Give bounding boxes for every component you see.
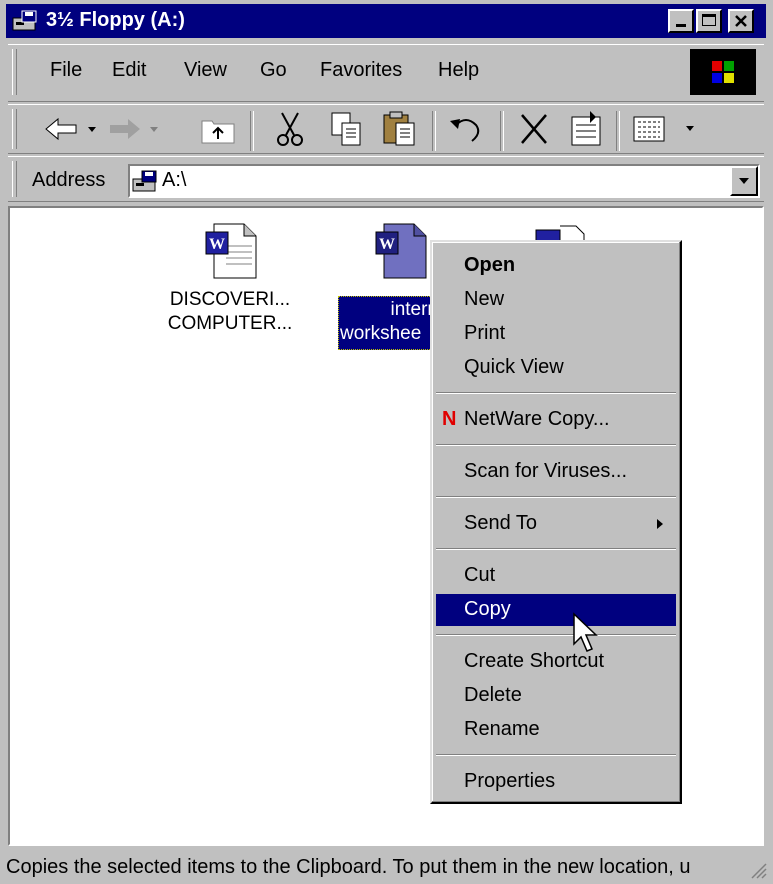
window-title: 3½ Floppy (A:)	[46, 9, 185, 31]
forward-icon[interactable]	[104, 113, 162, 145]
toolbar	[8, 104, 764, 154]
word-document-icon: W	[205, 223, 257, 279]
word-document-icon: W	[375, 223, 427, 279]
mouse-pointer-icon	[573, 612, 598, 652]
address-field[interactable]: A:\	[128, 164, 760, 198]
address-bar: Address A:\	[8, 156, 764, 202]
maximize-button[interactable]	[696, 9, 722, 33]
file-item[interactable]: W DISCOVERI... COMPUTER...	[150, 218, 310, 348]
floppy-drive-icon	[132, 170, 157, 192]
close-button[interactable]	[728, 9, 754, 33]
minimize-button[interactable]	[668, 9, 694, 33]
menu-item-properties[interactable]: Properties	[436, 766, 676, 798]
address-value: A:\	[162, 169, 187, 191]
context-menu: Open New Print Quick View N NetWare Copy…	[430, 240, 682, 804]
back-icon[interactable]	[42, 113, 98, 145]
menu-favorites[interactable]: Favorites	[320, 59, 402, 82]
delete-icon[interactable]	[514, 109, 554, 149]
menu-item-cut[interactable]: Cut	[436, 560, 676, 592]
menu-separator	[436, 634, 676, 636]
file-name-line2: workshee	[340, 323, 422, 344]
address-bar-grip[interactable]	[12, 161, 17, 197]
properties-icon[interactable]	[566, 109, 606, 149]
menu-go[interactable]: Go	[260, 59, 287, 82]
menu-item-scan-viruses[interactable]: Scan for Viruses...	[436, 456, 676, 488]
menu-edit[interactable]: Edit	[112, 59, 146, 82]
menu-file[interactable]: File	[50, 59, 82, 82]
menu-item-copy[interactable]: Copy	[436, 594, 676, 626]
address-dropdown-button[interactable]	[730, 166, 758, 196]
file-name-line1: DISCOVERI...	[169, 289, 291, 310]
undo-icon[interactable]	[446, 111, 486, 147]
minimize-icon	[676, 24, 686, 27]
menu-item-netware-copy[interactable]: N NetWare Copy...	[436, 404, 676, 436]
submenu-arrow-icon	[657, 519, 663, 529]
floppy-drive-icon	[12, 10, 37, 31]
toolbar-separator	[432, 111, 436, 151]
menu-item-rename[interactable]: Rename	[436, 714, 676, 746]
menu-bar: File Edit View Go Favorites Help	[8, 44, 764, 102]
menu-separator	[436, 392, 676, 394]
svg-text:W: W	[209, 236, 225, 253]
close-icon	[735, 15, 747, 27]
svg-text:W: W	[379, 236, 395, 253]
menu-separator	[436, 444, 676, 446]
paste-icon[interactable]	[380, 109, 420, 149]
toolbar-separator	[250, 111, 254, 151]
menu-item-create-shortcut[interactable]: Create Shortcut	[436, 646, 676, 678]
menu-item-delete[interactable]: Delete	[436, 680, 676, 712]
status-text: Copies the selected items to the Clipboa…	[6, 856, 691, 878]
windows-flag-icon	[712, 61, 734, 83]
menu-separator	[436, 754, 676, 756]
copy-icon[interactable]	[326, 109, 366, 149]
title-bar[interactable]: 3½ Floppy (A:)	[6, 4, 766, 38]
menu-bar-grip[interactable]	[12, 49, 17, 95]
toolbar-separator	[500, 111, 504, 151]
cut-icon[interactable]	[270, 109, 310, 149]
menu-separator	[436, 548, 676, 550]
resize-grip-icon[interactable]	[748, 860, 768, 880]
up-folder-icon[interactable]	[198, 111, 238, 147]
maximize-icon	[702, 14, 716, 26]
menu-view[interactable]: View	[184, 59, 227, 82]
menu-item-quick-view[interactable]: Quick View	[436, 352, 676, 384]
file-name-line2: COMPUTER...	[167, 313, 293, 334]
file-name-line1: intern	[390, 299, 438, 320]
toolbar-grip[interactable]	[12, 109, 17, 149]
menu-item-new[interactable]: New	[436, 284, 676, 316]
menu-item-send-to[interactable]: Send To	[436, 508, 676, 540]
menu-item-print[interactable]: Print	[436, 318, 676, 350]
toolbar-separator	[616, 111, 620, 151]
menu-item-open[interactable]: Open	[436, 250, 676, 282]
chevron-down-icon	[739, 178, 749, 184]
menu-separator	[436, 496, 676, 498]
views-icon[interactable]	[628, 111, 698, 147]
windows-logo	[690, 49, 756, 95]
menu-help[interactable]: Help	[438, 59, 479, 82]
address-label: Address	[32, 169, 106, 191]
netware-icon: N	[442, 408, 457, 430]
status-bar: Copies the selected items to the Clipboa…	[0, 850, 773, 884]
